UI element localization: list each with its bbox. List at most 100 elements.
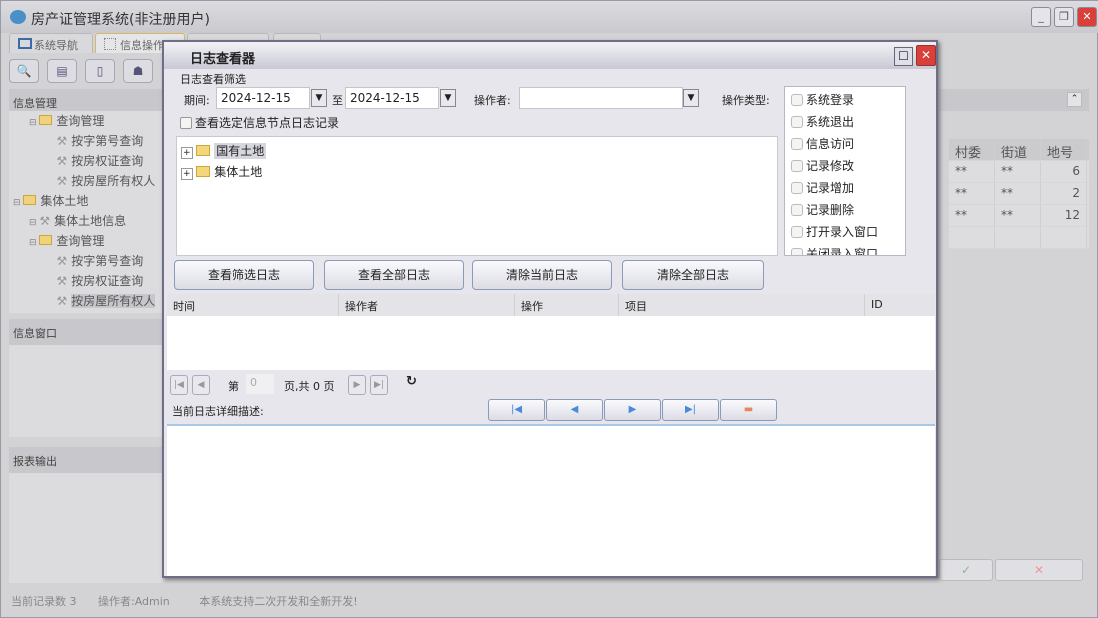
section-report-output[interactable]: 报表输出 (9, 447, 163, 473)
date-from-dropdown-icon[interactable]: ▼ (311, 89, 327, 107)
expand-icon[interactable]: ⊟ (29, 238, 39, 248)
grid-row[interactable]: ** ** 6 (949, 161, 1089, 183)
folder-icon (196, 166, 211, 177)
optype-checkbox[interactable]: 记录增加 (791, 179, 905, 201)
checkbox-box[interactable] (180, 117, 192, 129)
nav-tree-item[interactable]: ⊟ 集体土地 (9, 191, 163, 211)
nav-tree-item[interactable]: ⚒ 按房屋所有权人 (9, 171, 163, 191)
date-to-dropdown-icon[interactable]: ▼ (440, 89, 456, 107)
expand-icon[interactable]: ⊟ (29, 118, 39, 128)
list-tool-button[interactable]: ▤ (47, 59, 77, 83)
col-action[interactable]: 操作 (515, 294, 619, 316)
status-operator: 操作者:Admin (98, 595, 170, 608)
checkbox-box[interactable] (791, 138, 803, 150)
clear-all-logs-button[interactable]: 清除全部日志 (622, 260, 764, 290)
optype-checkbox[interactable]: 信息访问 (791, 135, 905, 157)
collapse-detail-button[interactable]: ▬ (720, 399, 777, 421)
cancel-button[interactable]: ✕ (995, 559, 1083, 581)
section-info-window[interactable]: 信息窗口 (9, 319, 163, 345)
first-page-icon[interactable]: |◀ (170, 375, 188, 395)
tree-node-collective-land[interactable]: + 集体土地 (181, 162, 777, 183)
optype-checkbox[interactable]: 系统退出 (791, 113, 905, 135)
node-log-checkbox[interactable]: 查看选定信息节点日志记录 (180, 114, 339, 131)
checkbox-box[interactable] (791, 116, 803, 128)
minimize-button[interactable]: _ (1031, 7, 1051, 27)
nav-tree-item[interactable]: ⚒ 按字第号查询 (9, 251, 163, 271)
expand-icon[interactable]: ⊟ (29, 218, 39, 228)
expand-icon[interactable]: + (181, 147, 193, 159)
checkbox-box[interactable] (791, 248, 803, 255)
app-title: 房产证管理系统(非注册用户) (31, 12, 210, 28)
status-records: 当前记录数 3 (11, 595, 77, 608)
nav-tree-item[interactable]: ⊟ 查询管理 (9, 111, 163, 131)
checkbox-box[interactable] (791, 160, 803, 172)
nav-tree-item[interactable]: ⚒ 按房权证查询 (9, 151, 163, 171)
expand-icon[interactable]: ⊟ (13, 198, 23, 208)
optype-checkbox[interactable]: 记录修改 (791, 157, 905, 179)
optype-checkbox[interactable]: 系统登录 (791, 91, 905, 113)
tool-icon: ⚒ (56, 174, 68, 188)
restore-button[interactable]: ❐ (1054, 7, 1074, 27)
nav-tree-item[interactable]: ⚒ 按房权证查询 (9, 271, 163, 291)
monitor-icon (18, 38, 32, 49)
grid-row-empty (949, 227, 1089, 249)
dialog-close-button[interactable]: ✕ (916, 45, 936, 66)
last-page-icon[interactable]: ▶| (370, 375, 388, 395)
prev-log-button[interactable]: ◀ (546, 399, 603, 421)
grid-row[interactable]: ** ** 2 (949, 183, 1089, 205)
date-from-input[interactable]: 2024-12-15 (216, 87, 310, 109)
col-operator[interactable]: 操作者 (339, 294, 515, 316)
prev-page-icon[interactable]: ◀ (192, 375, 210, 395)
status-bar: 当前记录数 3 操作者:Admin 本系统支持二次开发和全新开发! (11, 593, 358, 609)
report-panel (9, 473, 163, 583)
nav-tree-item[interactable]: ⚒ 按字第号查询 (9, 131, 163, 151)
first-log-button[interactable]: |◀ (488, 399, 545, 421)
checkbox-box[interactable] (791, 94, 803, 106)
tab-system-nav[interactable]: 系统导航 (9, 33, 93, 53)
operator-dropdown-icon[interactable]: ▼ (683, 89, 699, 107)
optype-checkbox[interactable]: 关闭录入窗口 (791, 245, 905, 255)
col-id[interactable]: ID (865, 294, 935, 316)
expand-icon[interactable]: + (181, 168, 193, 180)
view-filtered-logs-button[interactable]: 查看筛选日志 (174, 260, 314, 290)
operator-select[interactable] (519, 87, 683, 109)
grid-cell: 6 (1041, 161, 1087, 182)
clear-current-log-button[interactable]: 清除当前日志 (472, 260, 612, 290)
date-to-input[interactable]: 2024-12-15 (345, 87, 439, 109)
last-log-button[interactable]: ▶| (662, 399, 719, 421)
log-detail-text[interactable] (167, 424, 935, 576)
period-label: 期间: (184, 94, 210, 107)
optype-list[interactable]: 系统登录 系统退出 信息访问 记录修改 记录增加 记录删除 打开录入窗口 关闭录入窗口 (784, 86, 906, 256)
checkbox-box[interactable] (791, 182, 803, 194)
confirm-button[interactable]: ✓ (939, 559, 993, 581)
nav-tree: ⊟ 查询管理 ⚒ 按字第号查询 ⚒ 按房权证查询 ⚒ 按房屋所有权人 ⊟ 集体土地 ⊟ ⚒… (9, 111, 163, 313)
grid-cell: ** (995, 183, 1041, 204)
user-tool-button[interactable]: ☗ (123, 59, 153, 83)
checkbox-box[interactable] (791, 204, 803, 216)
refresh-icon[interactable]: ↻ (406, 374, 417, 389)
view-all-logs-button[interactable]: 查看全部日志 (324, 260, 464, 290)
tree-node-state-land[interactable]: + 国有土地 (181, 141, 777, 162)
grid-cell: ** (995, 205, 1041, 226)
nav-tree-item[interactable]: ⊟ 查询管理 (9, 231, 163, 251)
nav-tree-item[interactable]: ⚒ 按房屋所有权人 (9, 291, 163, 311)
optype-checkbox[interactable]: 记录删除 (791, 201, 905, 223)
close-button[interactable]: ✕ (1077, 7, 1097, 27)
search-tool-button[interactable]: 🔍 (9, 59, 39, 83)
grid-col-header[interactable]: 街道 (995, 139, 1041, 161)
nav-tree-item[interactable]: ⊟ ⚒ 集体土地信息 (9, 211, 163, 231)
grid-row[interactable]: ** ** 12 (949, 205, 1089, 227)
grid-col-header[interactable]: 地号 (1041, 139, 1087, 161)
document-tool-button[interactable]: ▯ (85, 59, 115, 83)
next-log-button[interactable]: ▶ (604, 399, 661, 421)
grid-col-header[interactable]: 村委 (949, 139, 995, 161)
dialog-title-bar[interactable]: 日志查看器 (164, 42, 936, 69)
page-input[interactable]: 0 (246, 374, 274, 394)
col-time[interactable]: 时间 (167, 294, 339, 316)
col-item[interactable]: 项目 (619, 294, 865, 316)
next-page-icon[interactable]: ▶ (348, 375, 366, 395)
dialog-maximize-button[interactable]: ☐ (894, 47, 913, 66)
collapse-button[interactable]: ⌃ (1067, 92, 1082, 107)
optype-checkbox[interactable]: 打开录入窗口 (791, 223, 905, 245)
checkbox-box[interactable] (791, 226, 803, 238)
